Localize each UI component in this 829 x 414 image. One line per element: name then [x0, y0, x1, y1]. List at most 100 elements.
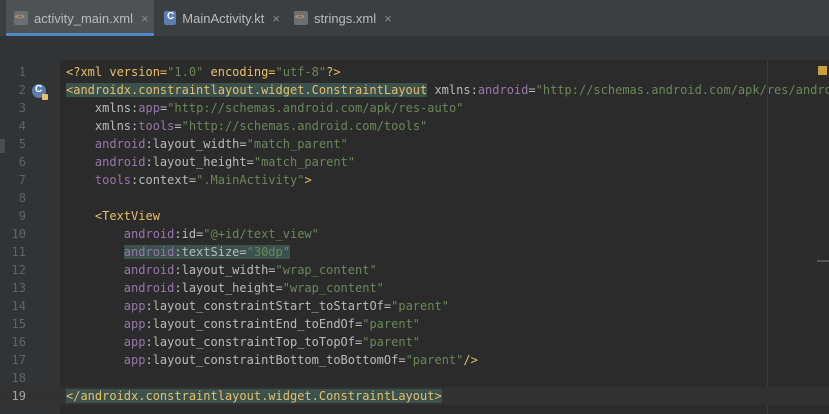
line-number: 9: [18, 209, 26, 223]
line-number: 7: [18, 173, 26, 187]
code-text: android:layout_width="match_parent": [66, 135, 348, 153]
attribute-name: :layout_constraintStart_toStartOf=: [145, 299, 392, 313]
scrollbar-marker[interactable]: [817, 260, 829, 262]
attribute-name: :layout_constraintEnd_toEndOf=: [145, 317, 363, 331]
xml-file-icon: [14, 11, 28, 25]
code-line-7[interactable]: 7 tools:context=".MainActivity">: [0, 171, 829, 189]
line-number: 10: [11, 227, 26, 241]
attribute-name: :layout_width=: [145, 137, 247, 151]
namespace-prefix: tools: [138, 119, 175, 133]
tab-main-activity-kt[interactable]: MainActivity.kt ×: [160, 0, 280, 36]
namespace-prefix: app: [123, 317, 146, 331]
tab-activity-main-xml[interactable]: activity_main.xml ×: [6, 0, 154, 36]
string-value: "parent": [405, 353, 464, 367]
tab-label: activity_main.xml: [34, 10, 133, 26]
code-line-12[interactable]: 12 android:layout_width="wrap_content": [0, 261, 829, 279]
code-line-9[interactable]: 9 <TextView: [0, 207, 829, 225]
xml-declaration-end: ?>: [326, 65, 341, 79]
kotlin-class-icon: [164, 11, 177, 25]
namespace-prefix: android: [94, 137, 146, 151]
namespace-prefix: android: [123, 245, 175, 259]
code-line-8[interactable]: 8: [0, 189, 829, 207]
tab-label: strings.xml: [314, 10, 377, 26]
line-number: 19: [11, 389, 26, 403]
code-text: xmlns:app="http://schemas.android.com/ap…: [66, 99, 464, 117]
code-line-13[interactable]: 13 android:layout_height="wrap_content": [0, 279, 829, 297]
xmlns-attr: xmlns:: [427, 83, 478, 97]
code-line-3[interactable]: 3 xmlns:app="http://schemas.android.com/…: [0, 99, 829, 117]
string-value: "wrap_content": [275, 263, 377, 277]
string-value: "utf-8": [275, 65, 327, 79]
line-number: 17: [11, 353, 26, 367]
string-value: "match_parent": [253, 155, 356, 169]
line-number: 8: [18, 191, 26, 205]
code-line-15[interactable]: 15 app:layout_constraintEnd_toEndOf="par…: [0, 315, 829, 333]
string-value: "http://schemas.android.com/apk/res/andr…: [535, 83, 829, 97]
code-line-1[interactable]: 1 <?xml version="1.0" encoding="utf-8"?>: [0, 63, 829, 81]
line-number: 12: [11, 263, 26, 277]
close-icon[interactable]: ×: [141, 11, 149, 26]
code-text: <?xml version="1.0" encoding="utf-8"?>: [66, 63, 341, 81]
xml-declaration: encoding=: [203, 65, 276, 79]
code-text: <TextView: [66, 207, 160, 225]
equals: =: [174, 119, 182, 133]
equals: =: [528, 83, 536, 97]
line-number: 1: [18, 65, 26, 79]
attribute-name: :id=: [174, 227, 204, 241]
xml-declaration: <?xml version=: [66, 65, 168, 79]
inspection-status-icon[interactable]: [818, 66, 827, 75]
line-number: 6: [18, 155, 26, 169]
close-icon[interactable]: ×: [384, 11, 392, 26]
tag-name: <TextView: [94, 209, 160, 223]
code-line-14[interactable]: 14 app:layout_constraintStart_toStartOf=…: [0, 297, 829, 315]
code-line-5[interactable]: 5 android:layout_width="match_parent": [0, 135, 829, 153]
code-text: tools:context=".MainActivity">: [66, 171, 312, 189]
namespace-prefix: app: [123, 353, 146, 367]
namespace-prefix: android: [94, 155, 146, 169]
related-class-gutter-icon[interactable]: [32, 84, 48, 100]
attribute-name: :context=: [131, 173, 197, 187]
xmlns-attr: xmlns:: [94, 101, 139, 115]
attribute-name: :layout_height=: [174, 281, 283, 295]
code-line-10[interactable]: 10 android:id="@+id/text_view": [0, 225, 829, 243]
namespace-prefix: app: [123, 299, 146, 313]
line-number: 3: [18, 101, 26, 115]
close-icon[interactable]: ×: [272, 11, 280, 26]
code-text: android:textSize="30dp": [66, 243, 290, 261]
tab-strings-xml[interactable]: strings.xml ×: [290, 0, 400, 36]
string-value: "30dp": [246, 245, 290, 259]
code-line-16[interactable]: 16 app:layout_constraintTop_toTopOf="par…: [0, 333, 829, 351]
string-value: "wrap_content": [282, 281, 384, 295]
breadcrumb-strip: [0, 37, 829, 60]
closing-tag: </androidx.constraintlayout.widget.Const…: [66, 389, 442, 403]
tag-name: <androidx.constraintlayout.widget.Constr…: [66, 83, 428, 97]
namespace-prefix: android: [123, 263, 175, 277]
code-line-4[interactable]: 4 xmlns:tools="http://schemas.android.co…: [0, 117, 829, 135]
code-text: app:layout_constraintTop_toTopOf="parent…: [66, 333, 420, 351]
line-number: 5: [18, 137, 26, 151]
code-line-11[interactable]: 11 android:textSize="30dp": [0, 243, 829, 261]
code-line-17[interactable]: 17 app:layout_constraintBottom_toBottomO…: [0, 351, 829, 369]
code-text: xmlns:tools="http://schemas.android.com/…: [66, 117, 427, 135]
code-line-2[interactable]: 2 <androidx.constraintlayout.widget.Cons…: [0, 81, 829, 99]
code-text: </androidx.constraintlayout.widget.Const…: [66, 387, 442, 405]
code-line-6[interactable]: 6 android:layout_height="match_parent": [0, 153, 829, 171]
line-number: 16: [11, 335, 26, 349]
attribute-name: :layout_height=: [145, 155, 254, 169]
attribute-name: :layout_constraintTop_toTopOf=: [145, 335, 363, 349]
code-line-19[interactable]: 19 </androidx.constraintlayout.widget.Co…: [0, 387, 829, 405]
line-number: 11: [11, 245, 26, 259]
namespace-prefix: tools: [94, 173, 132, 187]
code-line-18[interactable]: 18: [0, 369, 829, 387]
string-value: "parent": [362, 317, 421, 331]
